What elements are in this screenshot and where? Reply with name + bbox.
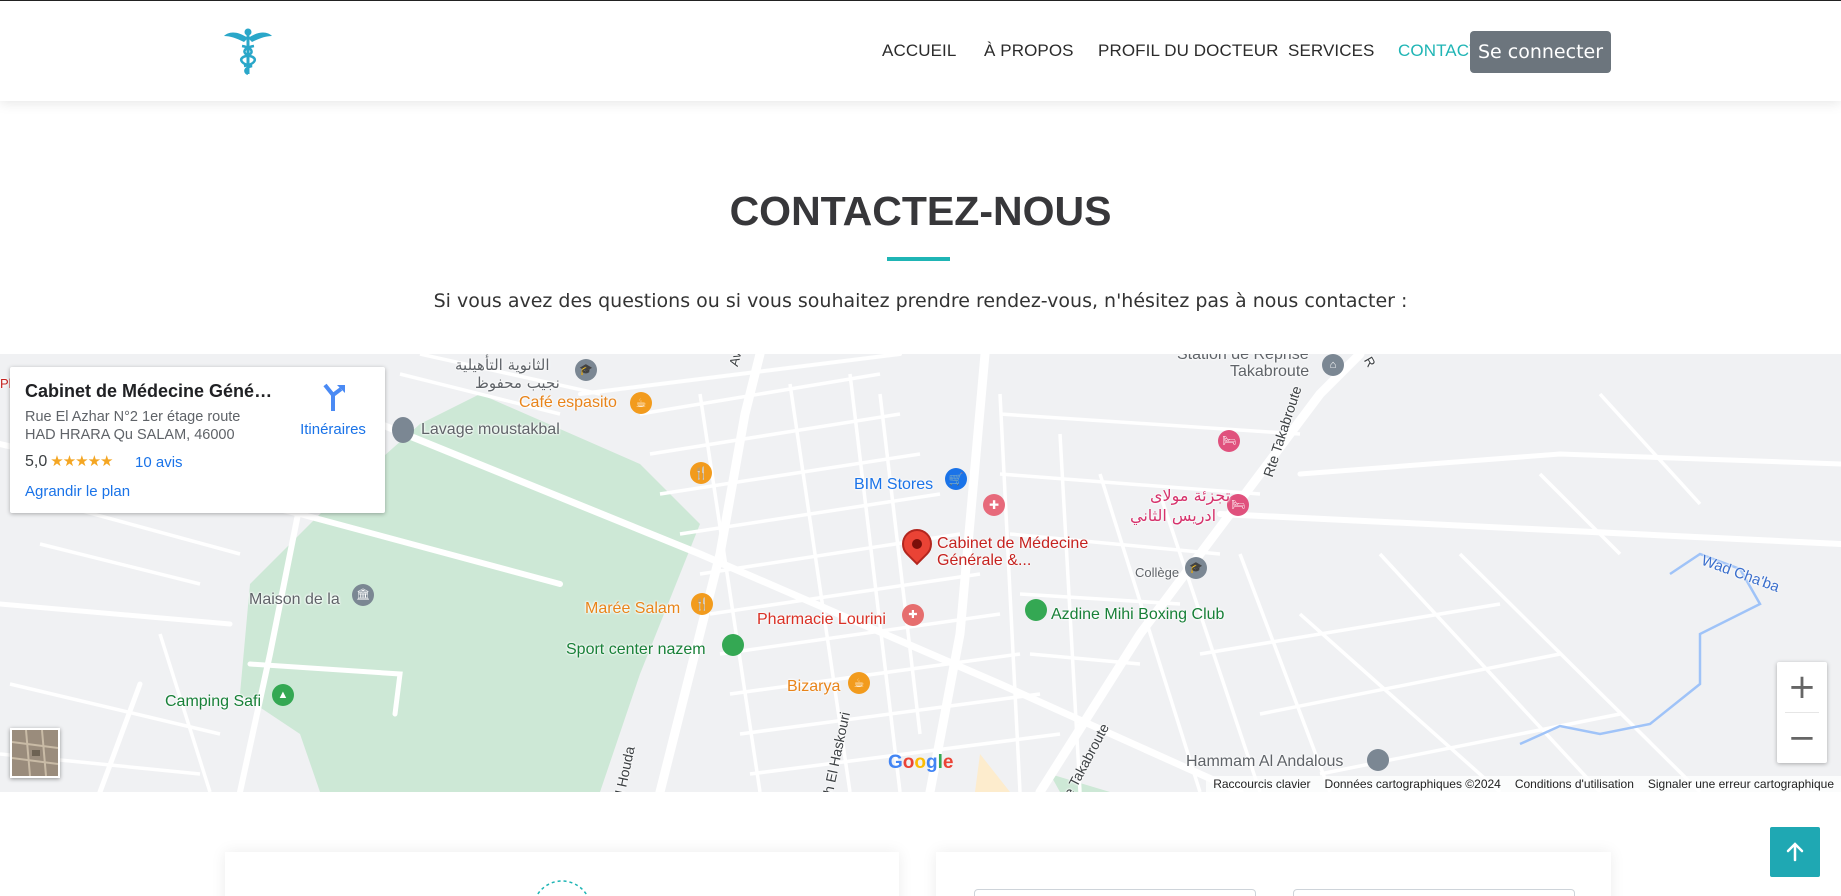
section-subtitle: Si vous avez des questions ou si vous so… <box>433 290 1408 312</box>
hammam-icon[interactable] <box>1367 749 1389 771</box>
enlarge-map-link[interactable]: Agrandir le plan <box>25 483 130 500</box>
map-label-camping: Camping Safi <box>165 693 262 710</box>
satellite-toggle-button[interactable] <box>10 728 60 778</box>
contact-info-card <box>225 852 899 896</box>
satellite-thumbnail-icon <box>12 730 58 776</box>
restaurant-icon-2[interactable]: 🍴 <box>691 593 713 615</box>
arrow-up-icon <box>1786 842 1804 862</box>
form-name-input[interactable] <box>974 889 1256 896</box>
school-icon[interactable]: 🎓 <box>575 359 597 381</box>
map-label-bim: BIM Stores <box>854 476 934 493</box>
place-address: Rue El Azhar N°2 1er étage route HAD HRA… <box>25 408 255 444</box>
map-label-hammam: Hammam Al Andalous <box>1186 753 1344 770</box>
directions-button[interactable]: Itinéraires <box>293 381 373 438</box>
site-header: ACCUEIL À PROPOS PROFIL DU DOCTEUR SERVI… <box>0 0 1841 101</box>
directions-icon <box>323 383 345 411</box>
map-data-label: Données cartographiques ©2024 <box>1324 777 1501 791</box>
directions-label: Itinéraires <box>300 421 366 438</box>
map-label-sport: Sport center nazem <box>566 641 706 658</box>
caduceus-logo-icon[interactable] <box>222 26 274 78</box>
map-label-pharmacie: Pharmacie Lourini <box>757 611 886 628</box>
pharmacy-icon[interactable]: ✚ <box>902 604 924 626</box>
google-logo: Google <box>888 752 954 773</box>
museum-icon[interactable]: 🏛 <box>352 584 374 606</box>
map-attribution: Raccourcis clavier Données cartographiqu… <box>1206 776 1841 792</box>
map-label-school-ar-2: نجيب محفوظ <box>475 374 560 392</box>
map-label-azdine: Azdine Mihi Boxing Club <box>1051 606 1225 623</box>
zoom-in-button[interactable]: + <box>1777 662 1827 712</box>
nav-item-a-propos[interactable]: À PROPOS <box>984 41 1074 61</box>
map-label-tajzia-2: ادريس الثاني <box>1130 506 1217 525</box>
camping-icon[interactable]: ▲ <box>272 684 294 706</box>
map-label-maree: Marée Salam <box>585 600 681 617</box>
nav-item-contact[interactable]: CONTACT <box>1398 41 1480 61</box>
back-to-top-button[interactable] <box>1770 827 1820 877</box>
map-label-cabinet-1: Cabinet de Médecine <box>937 535 1089 552</box>
nav-item-accueil[interactable]: ACCUEIL <box>882 41 956 61</box>
login-button[interactable]: Se connecter <box>1470 31 1611 73</box>
shop-icon[interactable]: 🛒 <box>945 468 967 490</box>
section-title: CONTACTEZ-NOUS <box>729 188 1112 234</box>
hotel-icon-2[interactable]: 🛏 <box>1227 494 1249 516</box>
station-icon[interactable]: ⌂ <box>1322 354 1344 376</box>
lavage-icon[interactable] <box>392 417 414 443</box>
zoom-controls: + − <box>1777 662 1827 763</box>
map-label-lavage: Lavage moustakbal <box>421 421 560 438</box>
map-label-school-ar-1: الثانوية التأهيلية <box>455 356 550 374</box>
reviews-link[interactable]: 10 avis <box>135 454 183 471</box>
place-address-line1: Rue El Azhar N°2 1er étage route <box>25 409 241 425</box>
contact-form-card <box>936 852 1611 896</box>
zoom-out-button[interactable]: − <box>1777 713 1827 763</box>
cafe-icon-2[interactable]: ☕ <box>848 672 870 694</box>
rating-value: 5,0 <box>25 453 48 470</box>
college-icon[interactable]: 🎓 <box>1185 557 1207 579</box>
google-map[interactable]: 🎓 ☕ 🍴 🛒 ✚ 🛏 🛏 ⌂ 🎓 🏛 🍴 ✚ ▲ ☕ الثانوية الت… <box>0 354 1841 792</box>
nav-item-services[interactable]: SERVICES <box>1288 41 1374 61</box>
map-label-cabinet-2: Générale &... <box>937 552 1032 569</box>
form-email-input[interactable] <box>1293 889 1575 896</box>
contact-circle-icon <box>535 880 589 896</box>
title-underline <box>887 257 950 261</box>
sport-center-icon[interactable] <box>722 634 744 656</box>
map-label-bizarya: Bizarya <box>787 678 841 695</box>
cafe-icon[interactable]: ☕ <box>630 392 652 414</box>
map-label-college: Collège <box>1135 565 1180 580</box>
nav-item-profil-docteur[interactable]: PROFIL DU DOCTEUR <box>1098 41 1279 61</box>
map-label-cafe: Café espasito <box>519 394 617 411</box>
rating-stars-icon: ★★★★★ <box>50 453 113 470</box>
keyboard-shortcuts-link[interactable]: Raccourcis clavier <box>1206 776 1317 792</box>
place-rating: 5,0 ★★★★★ <box>25 452 114 471</box>
place-info-card: Cabinet de Médecine Généra... Rue El Azh… <box>10 367 385 513</box>
place-address-line2: HAD HRARA Qu SALAM, 46000 <box>25 427 235 443</box>
restaurant-icon[interactable]: 🍴 <box>690 462 712 484</box>
map-label-station-2: Takabroute <box>1230 363 1310 380</box>
map-label-tajzia-1: تجزئة مولاى <box>1150 486 1231 505</box>
boxing-club-icon[interactable] <box>1025 599 1047 621</box>
place-name: Cabinet de Médecine Généra... <box>25 381 275 401</box>
hotel-icon[interactable]: 🛏 <box>1218 430 1240 452</box>
hospital-icon[interactable]: ✚ <box>983 494 1005 516</box>
report-error-link[interactable]: Signaler une erreur cartographique <box>1641 776 1841 792</box>
map-label-maison: Maison de la <box>249 591 340 608</box>
terms-link[interactable]: Conditions d'utilisation <box>1508 776 1641 792</box>
